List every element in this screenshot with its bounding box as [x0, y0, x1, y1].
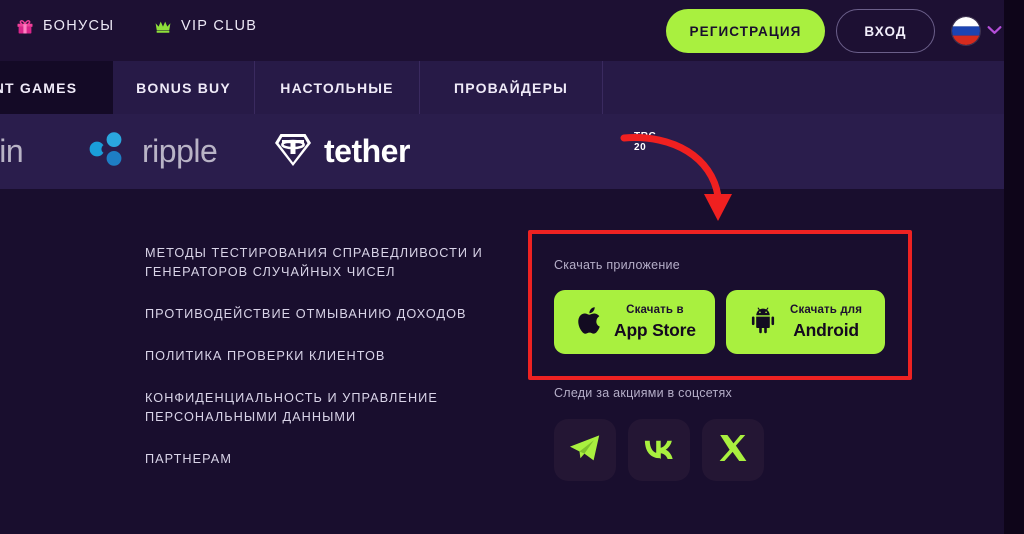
header-link-label: VIP CLUB: [181, 18, 258, 34]
download-button-small-label: Скачать в: [626, 304, 684, 316]
x-icon: [718, 433, 748, 468]
header-link-label: БОНУСЫ: [43, 18, 115, 34]
ru-flag-icon: [952, 17, 980, 45]
download-button-big-label: Android: [793, 319, 859, 340]
page-right-edge: [1004, 0, 1024, 534]
android-icon: [748, 306, 778, 339]
footer-links-column: МЕТОДЫ ТЕСТИРОВАНИЯ СПРАВЕДЛИВОСТИ И ГЕН…: [145, 244, 505, 492]
apple-icon: [576, 305, 602, 339]
payment-logo-label: ripple: [142, 133, 218, 169]
social-link-telegram[interactable]: [554, 419, 616, 481]
header-link-vip-club[interactable]: VIP CLUB: [154, 17, 257, 35]
footer-link[interactable]: ПРОТИВОДЕЙСТВИЕ ОТМЫВАНИЮ ДОХОДОВ: [145, 305, 490, 324]
download-app-heading: Скачать приложение: [554, 258, 680, 272]
payment-logo-ripple[interactable]: ripple: [88, 114, 218, 189]
tab-nt-games[interactable]: NT GAMES: [0, 61, 113, 114]
footer-link[interactable]: МЕТОДЫ ТЕСТИРОВАНИЯ СПРАВЕДЛИВОСТИ И ГЕН…: [145, 244, 490, 282]
payment-logos-strip: oin ripple: [0, 114, 1004, 189]
social-heading: Следи за акциями в соцсетях: [554, 386, 733, 400]
crown-icon: [154, 17, 172, 35]
login-button[interactable]: ВХОД: [836, 9, 935, 53]
tether-icon: [272, 129, 314, 174]
gift-icon: [16, 17, 34, 35]
tab-providers[interactable]: ПРОВАЙДЕРЫ: [420, 61, 603, 114]
ripple-icon: [88, 131, 132, 172]
download-app-store-button[interactable]: Скачать в App Store: [554, 290, 715, 354]
download-button-small-label: Скачать для: [790, 304, 863, 316]
tab-table-games[interactable]: НАСТОЛЬНЫЕ: [255, 61, 420, 114]
payment-logo-bitcoin[interactable]: oin: [0, 114, 24, 189]
footer-link[interactable]: ПОЛИТИКА ПРОВЕРКИ КЛИЕНТОВ: [145, 347, 490, 366]
tab-bonus-buy[interactable]: BONUS BUY: [113, 61, 255, 114]
page-root: БОНУСЫ VIP CLUB РЕГИСТРАЦИЯ ВХОД NT GAME…: [0, 0, 1024, 534]
category-nav: NT GAMES BONUS BUY НАСТОЛЬНЫЕ ПРОВАЙДЕРЫ: [0, 61, 1004, 114]
chevron-down-icon: [987, 22, 1002, 40]
language-selector[interactable]: [952, 17, 1002, 45]
download-button-big-label: App Store: [614, 319, 696, 340]
site-header: БОНУСЫ VIP CLUB РЕГИСТРАЦИЯ ВХОД: [0, 0, 1004, 61]
payment-logo-label: tether: [324, 133, 410, 169]
social-link-x[interactable]: [702, 419, 764, 481]
social-link-vk[interactable]: [628, 419, 690, 481]
site-footer: ры МЕТОДЫ ТЕСТИРОВАНИЯ СПРАВЕДЛИВОСТИ И …: [0, 189, 1004, 534]
download-button-text: Скачать для Android: [790, 304, 863, 340]
tether-network-badge: TRC 20: [634, 131, 657, 153]
vk-icon: [642, 437, 676, 464]
header-link-bonuses[interactable]: БОНУСЫ: [16, 17, 114, 35]
payment-logo-label: oin: [0, 133, 24, 169]
download-button-text: Скачать в App Store: [614, 304, 696, 340]
footer-link[interactable]: ПАРТНЕРАМ: [145, 450, 490, 469]
download-android-button[interactable]: Скачать для Android: [726, 290, 885, 354]
telegram-icon: [568, 433, 602, 468]
social-icons-row: [554, 419, 764, 481]
register-button[interactable]: РЕГИСТРАЦИЯ: [666, 9, 825, 53]
payment-logo-tether[interactable]: tether TRC 20: [272, 114, 656, 189]
footer-link[interactable]: КОНФИДЕНЦИАЛЬНОСТЬ И УПРАВЛЕНИЕ ПЕРСОНАЛ…: [145, 389, 490, 427]
